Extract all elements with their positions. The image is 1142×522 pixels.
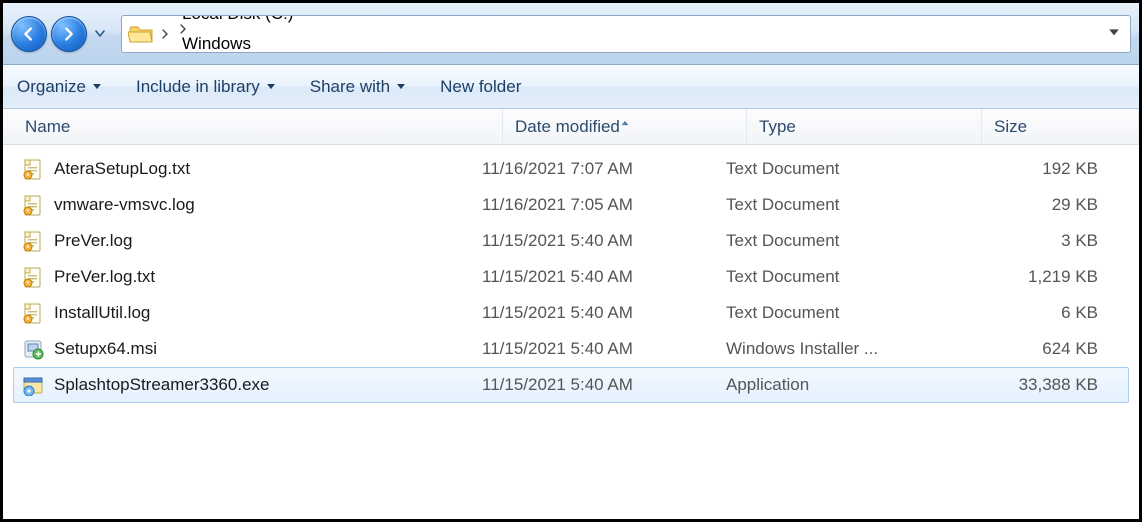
column-header-name[interactable]: Name (3, 109, 503, 144)
command-bar: Organize Include in library Share with N… (3, 65, 1139, 109)
file-row[interactable]: PreVer.log 11/15/2021 5:40 AMText Documen… (13, 223, 1129, 259)
column-type-label: Type (759, 117, 796, 137)
sort-indicator-icon (620, 111, 630, 131)
file-type: Text Document (726, 303, 961, 323)
file-type: Windows Installer ... (726, 339, 961, 359)
chevron-down-icon (94, 28, 106, 40)
forward-button[interactable] (51, 16, 87, 52)
file-type: Text Document (726, 159, 961, 179)
arrow-right-icon (60, 25, 78, 43)
text-document-icon (22, 302, 44, 324)
chevron-down-icon (92, 77, 102, 97)
installer-icon (22, 338, 44, 360)
share-with-menu[interactable]: Share with (310, 77, 406, 97)
file-name: PreVer.log (54, 231, 132, 251)
share-label: Share with (310, 77, 390, 97)
text-document-icon (22, 194, 44, 216)
column-header-type[interactable]: Type (747, 109, 982, 144)
file-row[interactable]: vmware-vmsvc.log 11/16/2021 7:05 AMText D… (13, 187, 1129, 223)
file-date: 11/16/2021 7:07 AM (482, 159, 726, 179)
file-size: 192 KB (961, 159, 1120, 179)
file-type: Text Document (726, 195, 961, 215)
breadcrumb-segment[interactable]: Local Disk (C:) (176, 15, 299, 27)
breadcrumb-separator[interactable] (158, 29, 172, 39)
file-date: 11/15/2021 5:40 AM (482, 339, 726, 359)
text-document-icon (22, 230, 44, 252)
address-bar[interactable]: ComputerLocal Disk (C:)WindowsTemp (121, 15, 1131, 53)
file-name-cell: Setupx64.msi (22, 338, 482, 360)
file-row[interactable]: SplashtopStreamer3360.exe 11/15/2021 5:40… (13, 367, 1129, 403)
chevron-down-icon (266, 77, 276, 97)
history-dropdown[interactable] (91, 18, 109, 50)
breadcrumb-segment[interactable]: Windows (176, 30, 257, 53)
include-label: Include in library (136, 77, 260, 97)
file-name: InstallUtil.log (54, 303, 150, 323)
file-type: Text Document (726, 231, 961, 251)
file-row[interactable]: AteraSetupLog.txt 11/16/2021 7:07 AMText … (13, 151, 1129, 187)
file-size: 29 KB (961, 195, 1120, 215)
text-document-icon (22, 158, 44, 180)
file-date: 11/15/2021 5:40 AM (482, 267, 726, 287)
organize-label: Organize (17, 77, 86, 97)
file-type: Text Document (726, 267, 961, 287)
arrow-left-icon (20, 25, 38, 43)
file-name-cell: vmware-vmsvc.log (22, 194, 482, 216)
nav-buttons (11, 16, 115, 52)
file-date: 11/15/2021 5:40 AM (482, 375, 726, 395)
file-size: 33,388 KB (961, 375, 1120, 395)
file-date: 11/15/2021 5:40 AM (482, 231, 726, 251)
new-folder-label: New folder (440, 77, 521, 97)
file-name-cell: AteraSetupLog.txt (22, 158, 482, 180)
file-row[interactable]: Setupx64.msi 11/15/2021 5:40 AMWindows In… (13, 331, 1129, 367)
file-name: PreVer.log.txt (54, 267, 155, 287)
file-name-cell: PreVer.log (22, 230, 482, 252)
address-dropdown[interactable] (1104, 24, 1124, 44)
new-folder-button[interactable]: New folder (440, 77, 521, 97)
file-name: SplashtopStreamer3360.exe (54, 375, 269, 395)
file-name-cell: SplashtopStreamer3360.exe (22, 374, 482, 396)
column-header-size[interactable]: Size (982, 109, 1139, 144)
file-size: 624 KB (961, 339, 1120, 359)
folder-icon (128, 22, 154, 46)
file-size: 6 KB (961, 303, 1120, 323)
navigation-bar: ComputerLocal Disk (C:)WindowsTemp (3, 3, 1139, 65)
file-date: 11/15/2021 5:40 AM (482, 303, 726, 323)
column-header-date[interactable]: Date modified (503, 109, 747, 144)
file-list: AteraSetupLog.txt11/16/2021 7:07 AMText … (3, 145, 1139, 403)
file-row[interactable]: PreVer.log.txt 11/15/2021 5:40 AMText Doc… (13, 259, 1129, 295)
include-in-library-menu[interactable]: Include in library (136, 77, 276, 97)
application-icon (22, 374, 44, 396)
file-type: Application (726, 375, 961, 395)
text-document-icon (22, 266, 44, 288)
column-size-label: Size (994, 117, 1027, 137)
column-date-label: Date modified (515, 117, 620, 137)
file-date: 11/16/2021 7:05 AM (482, 195, 726, 215)
file-size: 3 KB (961, 231, 1120, 251)
file-name: vmware-vmsvc.log (54, 195, 195, 215)
back-button[interactable] (11, 16, 47, 52)
file-name: AteraSetupLog.txt (54, 159, 190, 179)
organize-menu[interactable]: Organize (17, 77, 102, 97)
file-row[interactable]: InstallUtil.log 11/15/2021 5:40 AMText Do… (13, 295, 1129, 331)
chevron-down-icon (396, 77, 406, 97)
file-name: Setupx64.msi (54, 339, 157, 359)
column-headers: Name Date modified Type Size (3, 109, 1139, 145)
file-size: 1,219 KB (961, 267, 1120, 287)
file-name-cell: InstallUtil.log (22, 302, 482, 324)
file-name-cell: PreVer.log.txt (22, 266, 482, 288)
column-name-label: Name (25, 117, 70, 137)
